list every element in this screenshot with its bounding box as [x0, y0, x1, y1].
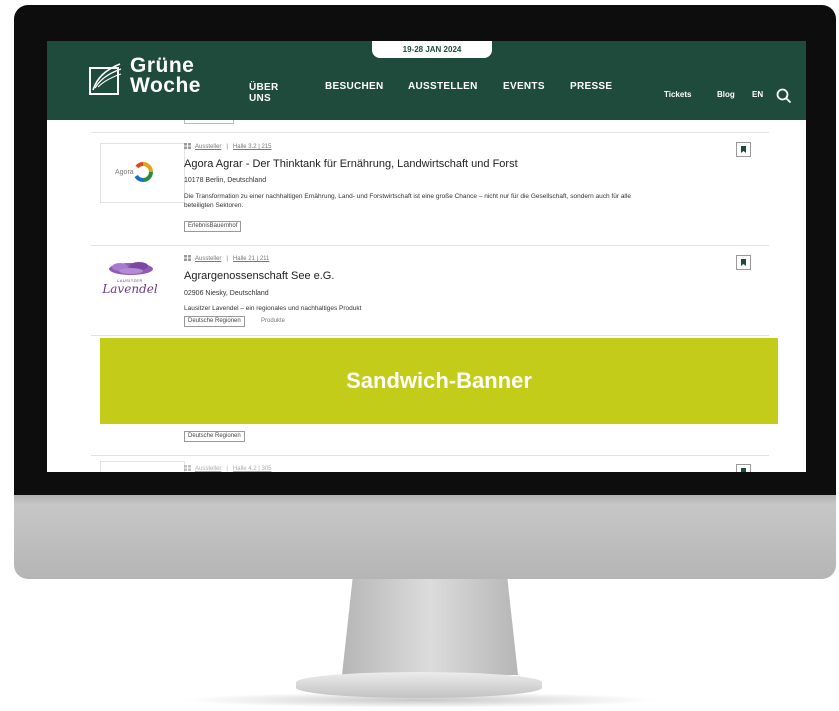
previous-row-tag: [184, 120, 234, 124]
gruene-woche-logo[interactable]: Grüne Woche: [87, 54, 217, 102]
nav-presse[interactable]: PRESSE: [570, 81, 612, 92]
logo-text-line2: Woche: [130, 74, 201, 97]
row-divider: [91, 455, 769, 456]
monitor-chin: [14, 495, 836, 579]
logo-text-line1: Grüne: [130, 54, 195, 77]
tickets-link[interactable]: Tickets: [664, 90, 691, 99]
row-divider: [91, 245, 769, 246]
nav-besuchen[interactable]: BESUCHEN: [325, 81, 384, 92]
product-mockup: 19-28 JAN 2024 Grüne Woche ÜBER UNS BESU…: [0, 0, 839, 711]
exhibitor-meta: Aussteller | Halle 4.2 | 305: [184, 465, 272, 472]
exhibitor-title[interactable]: Agrargenossenschaft See e.G.: [184, 270, 334, 282]
bookmark-icon[interactable]: [736, 255, 751, 270]
exhibitor-logo-lavendel[interactable]: LAUSITZER Lavendel: [100, 254, 185, 314]
exhibitor-meta: Aussteller | Halle 3.2 | 215: [184, 143, 272, 150]
category-tag[interactable]: ErlebnisBauernhof: [184, 221, 242, 232]
exhibitor-meta: Aussteller | Halle 21 | 211: [184, 255, 269, 262]
row-divider: [91, 132, 769, 133]
monitor-base: [296, 672, 542, 698]
screen: 19-28 JAN 2024 Grüne Woche ÜBER UNS BESU…: [47, 41, 806, 472]
agora-logo-icon: [134, 162, 153, 182]
event-date-badge: 19-28 JAN 2024: [372, 41, 492, 58]
exhibitor-type-link[interactable]: Aussteller: [195, 144, 221, 150]
exhibitor-logo-agora[interactable]: Agora: [100, 143, 185, 203]
bookmark-icon[interactable]: [736, 142, 751, 157]
nav-ausstellen[interactable]: AUSSTELLEN: [408, 81, 478, 92]
logo-mark-icon: [89, 63, 122, 95]
exhibitor-description: Lausitzer Lavendel – ein regionales und …: [184, 305, 362, 312]
grid-icon: [184, 143, 191, 149]
grid-icon: [184, 465, 191, 471]
search-icon[interactable]: [776, 88, 792, 104]
exhibitor-location: 10178 Berlin, Deutschland: [184, 177, 267, 184]
nav-ueber-uns[interactable]: ÜBER UNS: [249, 82, 279, 104]
grid-icon: [184, 255, 191, 261]
row-divider: [91, 335, 769, 336]
nav-events[interactable]: EVENTS: [503, 81, 545, 92]
exhibitor-type-link[interactable]: Aussteller: [195, 256, 221, 262]
exhibitor-title[interactable]: Agora Agrar - Der Thinktank für Ernährun…: [184, 158, 518, 170]
exhibitor-list: Agora Aussteller | Halle 3.2 | 215 Agora…: [47, 120, 806, 472]
exhibitor-logo[interactable]: [100, 461, 185, 472]
bookmark-icon[interactable]: [736, 464, 751, 472]
exhibitor-location: 02906 Niesky, Deutschland: [184, 290, 269, 297]
language-switch[interactable]: EN: [752, 90, 763, 99]
category-tag[interactable]: Deutsche Regionen: [184, 431, 245, 442]
exhibitor-description: Die Transformation zu einer nachhaltigen…: [184, 193, 631, 209]
lavender-flower-icon: [109, 262, 153, 275]
blog-link[interactable]: Blog: [717, 90, 735, 99]
category-label[interactable]: Produkte: [261, 316, 285, 327]
monitor-neck: [342, 579, 518, 675]
site-header: 19-28 JAN 2024 Grüne Woche ÜBER UNS BESU…: [47, 41, 806, 120]
hall-link[interactable]: Halle 3.2 | 215: [233, 144, 272, 150]
hall-link[interactable]: Halle 21 | 211: [233, 256, 269, 262]
category-tag[interactable]: Deutsche Regionen: [184, 316, 245, 327]
sandwich-banner[interactable]: Sandwich-Banner: [100, 338, 778, 424]
